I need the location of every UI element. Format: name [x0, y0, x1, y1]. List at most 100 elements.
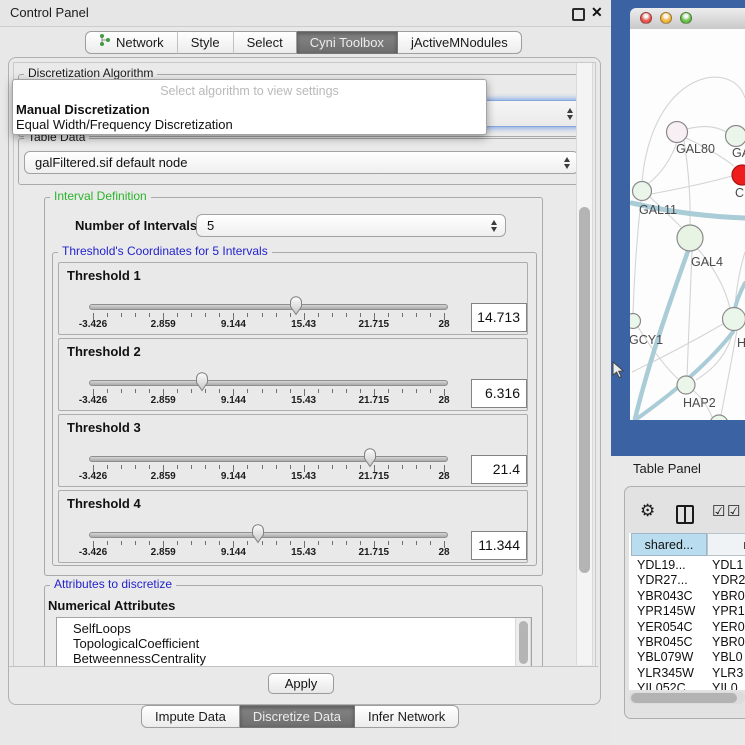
threshold-slider-thumb[interactable] [195, 372, 209, 392]
node-top-right[interactable] [726, 126, 745, 147]
network-window-titlebar[interactable] [630, 8, 745, 30]
tab-infer-network[interactable]: Infer Network [355, 705, 459, 728]
threshold-value-field[interactable]: 6.316 [471, 379, 527, 408]
threshold-value-field[interactable]: 11.344 [471, 531, 527, 560]
threshold-slider-track[interactable] [89, 456, 448, 462]
checkbox-icon[interactable]: ☑ [727, 502, 740, 520]
split-column-icon[interactable] [676, 505, 694, 524]
column-header-shared-name[interactable]: shared... [631, 533, 707, 556]
tab-label: jActiveMNodules [411, 32, 508, 53]
threshold-slider-thumb[interactable] [363, 448, 377, 468]
slider-tick [402, 389, 403, 393]
node-gal4[interactable] [677, 225, 703, 251]
gear-icon[interactable]: ⚙ [640, 501, 655, 521]
table-row[interactable]: YER054CYER0 [629, 620, 745, 635]
number-of-intervals-label: Number of Intervals [75, 215, 197, 237]
node-red[interactable] [732, 165, 745, 185]
table-row[interactable]: YDL19...YDL1 [629, 558, 745, 573]
table-row[interactable]: YDR27...YDR2 [629, 573, 745, 588]
threshold-panel-2: Threshold 2-3.4262.8599.14415.4321.71528… [58, 338, 528, 411]
table-row[interactable]: YIL052CYIL0 [629, 681, 745, 690]
tab-style[interactable]: Style [177, 31, 234, 54]
checkbox-icon[interactable]: ☑ [712, 502, 725, 520]
table-row[interactable]: YBR043C YBR0 [629, 589, 745, 604]
minimize-traffic-light-icon[interactable] [660, 12, 672, 24]
slider-tick [388, 541, 389, 545]
tab-network[interactable]: Network [85, 31, 178, 54]
float-window-icon[interactable] [572, 8, 585, 21]
tab-impute-data[interactable]: Impute Data [141, 705, 240, 728]
column-header-name[interactable]: name [707, 533, 745, 556]
slider-tick [346, 465, 347, 469]
close-traffic-light-icon[interactable] [640, 12, 652, 24]
threshold-slider-track[interactable] [89, 532, 448, 538]
table-row[interactable]: YLR345WYLR3 [629, 666, 745, 681]
table-row[interactable]: YBR045CYBR0 [629, 635, 745, 650]
panel-scrollbar[interactable] [576, 63, 593, 665]
algorithm-option-equal-width-frequency-discretization[interactable]: Equal Width/Frequency Discretization [16, 117, 233, 132]
slider-tick-label: 28 [438, 471, 449, 482]
slider-tick [276, 541, 277, 545]
node-hap2[interactable] [677, 376, 695, 394]
attribute-item-selfloops[interactable]: SelfLoops [73, 621, 131, 636]
table-row[interactable]: YPR145WYPR1 [629, 604, 745, 619]
node-gal11[interactable] [633, 182, 652, 201]
table-row[interactable]: YBL079WYBL0 [629, 650, 745, 665]
threshold-value-field[interactable]: 14.713 [471, 303, 527, 332]
combo-stepper-icon[interactable] [565, 101, 575, 126]
cell-shared-name: YBR043C [637, 589, 707, 603]
node-gcy1[interactable] [630, 314, 641, 329]
slider-tick [219, 389, 220, 393]
close-icon[interactable]: ✕ [591, 4, 603, 21]
slider-tick [177, 313, 178, 317]
network-canvas[interactable]: GAL80GACGAL11GAL4GCY1HHAP2 [630, 29, 745, 420]
zoom-traffic-light-icon[interactable] [680, 12, 692, 24]
combo-stepper-icon[interactable] [562, 152, 572, 173]
threshold-slider-thumb[interactable] [251, 524, 265, 544]
node-bottom-partial[interactable] [710, 415, 728, 420]
slider-tick [290, 541, 291, 545]
threshold-label: Threshold 4 [67, 496, 141, 511]
slider-tick [318, 541, 319, 545]
algorithm-option-manual-discretization[interactable]: Manual Discretization [16, 102, 150, 117]
slider-tick [416, 465, 417, 469]
node-right-mid[interactable] [723, 308, 745, 331]
slider-tick [135, 465, 136, 469]
apply-button[interactable]: Apply [268, 673, 334, 694]
thresholds-title: Threshold's Coordinates for 5 Intervals [58, 245, 272, 258]
attribute-item-betweennesscentrality[interactable]: BetweennessCentrality [73, 651, 206, 666]
slider-tick [107, 313, 108, 317]
slider-tick [219, 313, 220, 317]
slider-tick-label: 9.144 [221, 471, 246, 482]
slider-tick [149, 465, 150, 469]
slider-tick-label: 28 [438, 319, 449, 330]
tab-label: Network [116, 32, 164, 53]
node-gal80[interactable] [667, 122, 688, 143]
combo-stepper-icon[interactable] [489, 215, 499, 236]
table-data-combo[interactable]: galFiltered.sif default node [24, 151, 579, 174]
cell-shared-name: YER054C [637, 620, 707, 634]
panel-scrollbar-thumb[interactable] [579, 207, 590, 573]
threshold-slider-track[interactable] [89, 304, 448, 310]
slider-tick-label: 21.715 [359, 471, 390, 482]
threshold-slider-thumb[interactable] [289, 296, 303, 316]
list-scrollbar-thumb[interactable] [519, 621, 528, 664]
cell-name: YBR0 [712, 589, 745, 603]
app-root: Control Panel ✕ NetworkStyleSelectCyni T… [0, 0, 745, 745]
slider-tick [107, 389, 108, 393]
number-of-intervals-combo[interactable]: 5 [196, 214, 506, 237]
threshold-value-field[interactable]: 21.4 [471, 455, 527, 484]
numerical-attributes-list[interactable]: SelfLoopsTopologicalCoefficientBetweenne… [56, 617, 532, 668]
tab-label: Discretize Data [253, 706, 341, 727]
list-scrollbar[interactable] [515, 618, 531, 667]
tab-select[interactable]: Select [233, 31, 297, 54]
cell-shared-name: YDR27... [637, 573, 707, 587]
table-hscrollbar-thumb[interactable] [631, 693, 737, 703]
tab-discretize-data[interactable]: Discretize Data [240, 705, 355, 728]
tab-cyni-toolbox[interactable]: Cyni Toolbox [297, 31, 398, 54]
tab-jactivemnodules[interactable]: jActiveMNodules [398, 31, 522, 54]
threshold-slider-track[interactable] [89, 380, 448, 386]
slider-tick-label: 2.859 [151, 395, 176, 406]
cell-shared-name: YPR145W [637, 604, 707, 618]
attribute-item-topologicalcoefficient[interactable]: TopologicalCoefficient [73, 636, 199, 651]
